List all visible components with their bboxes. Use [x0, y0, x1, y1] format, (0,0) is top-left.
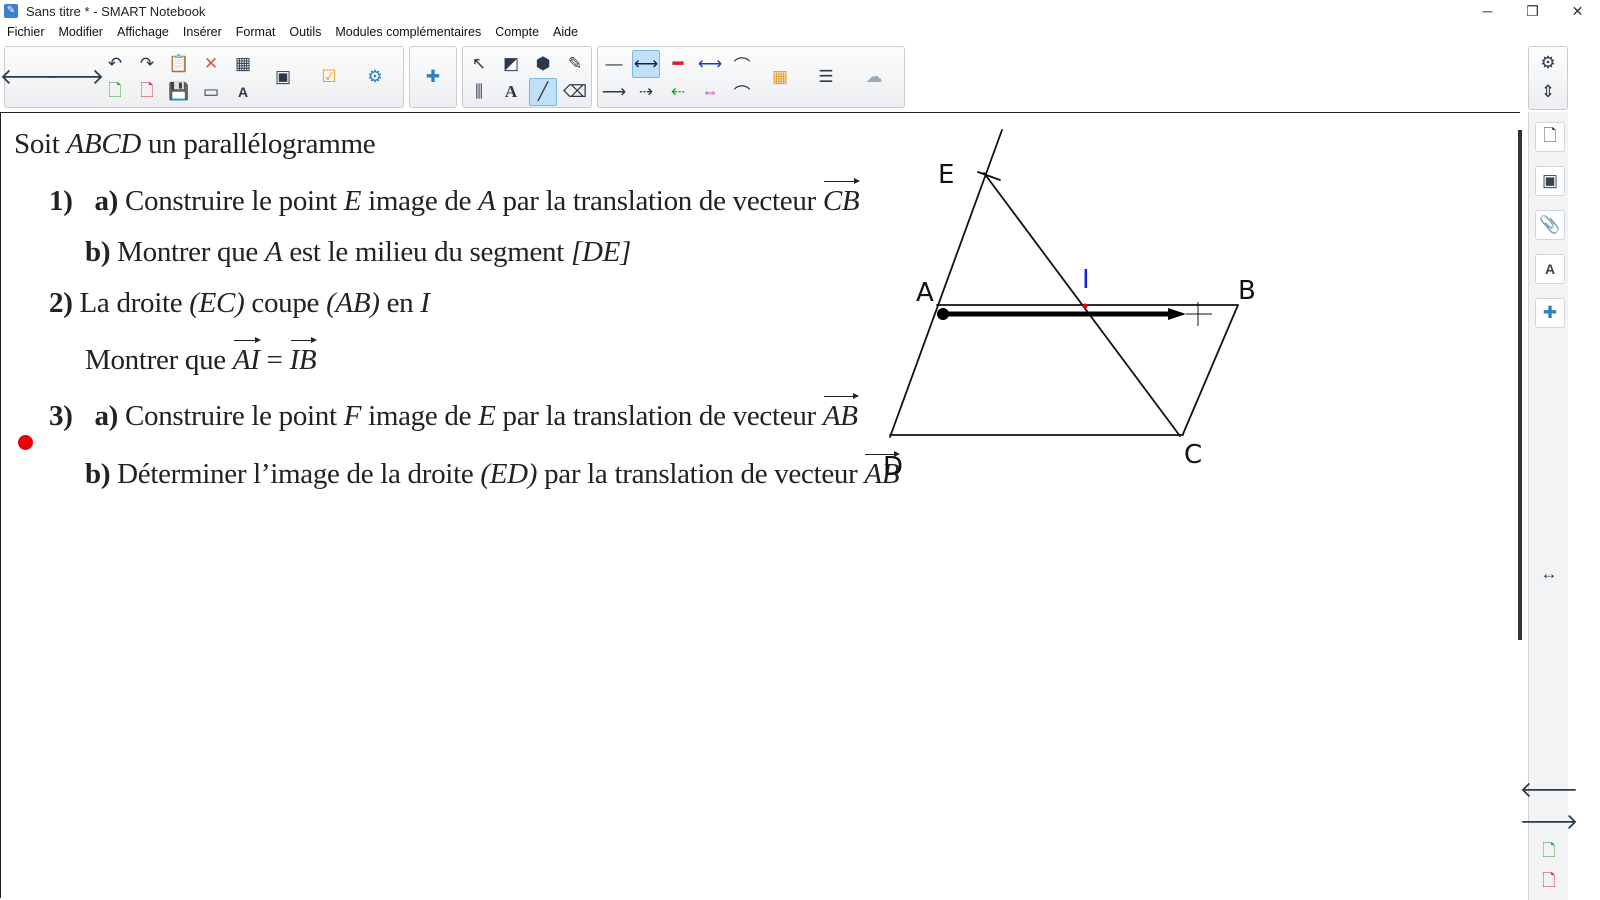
delete-page-side-icon[interactable]: 🗋	[1535, 868, 1563, 896]
vertical-scrollbar[interactable]	[1518, 130, 1522, 640]
addons-tab-icon[interactable]: ✚	[1535, 298, 1565, 328]
properties-icon[interactable]: A	[1535, 254, 1565, 284]
label-a: A	[916, 278, 934, 308]
label-c: C	[1184, 440, 1203, 470]
geometry-figure	[889, 129, 1239, 438]
label-i: I	[1082, 265, 1090, 295]
segment-bc	[1182, 304, 1239, 435]
attachments-icon[interactable]: 📎	[1535, 210, 1565, 240]
resize-icon[interactable]: ↔	[1535, 560, 1563, 588]
vector-start-point	[937, 308, 949, 320]
next-page-icon[interactable]: 🡒	[1520, 808, 1579, 836]
label-b: B	[1238, 276, 1256, 306]
point-i-marker	[1082, 303, 1088, 309]
label-d: D	[883, 452, 904, 482]
gallery-icon[interactable]: ▣	[1535, 166, 1565, 196]
label-e: E	[938, 160, 955, 190]
page-sorter-icon[interactable]: 🗋	[1535, 122, 1565, 152]
new-page-icon[interactable]: 🗋	[1535, 838, 1563, 866]
vector-arrowhead	[1168, 308, 1186, 320]
prev-page-icon[interactable]: 🡐	[1520, 776, 1579, 804]
side-tabs: 🗋 ▣ 📎 A ✚ ↔ 🡐 🡒 🗋 🗋	[1520, 112, 1579, 900]
